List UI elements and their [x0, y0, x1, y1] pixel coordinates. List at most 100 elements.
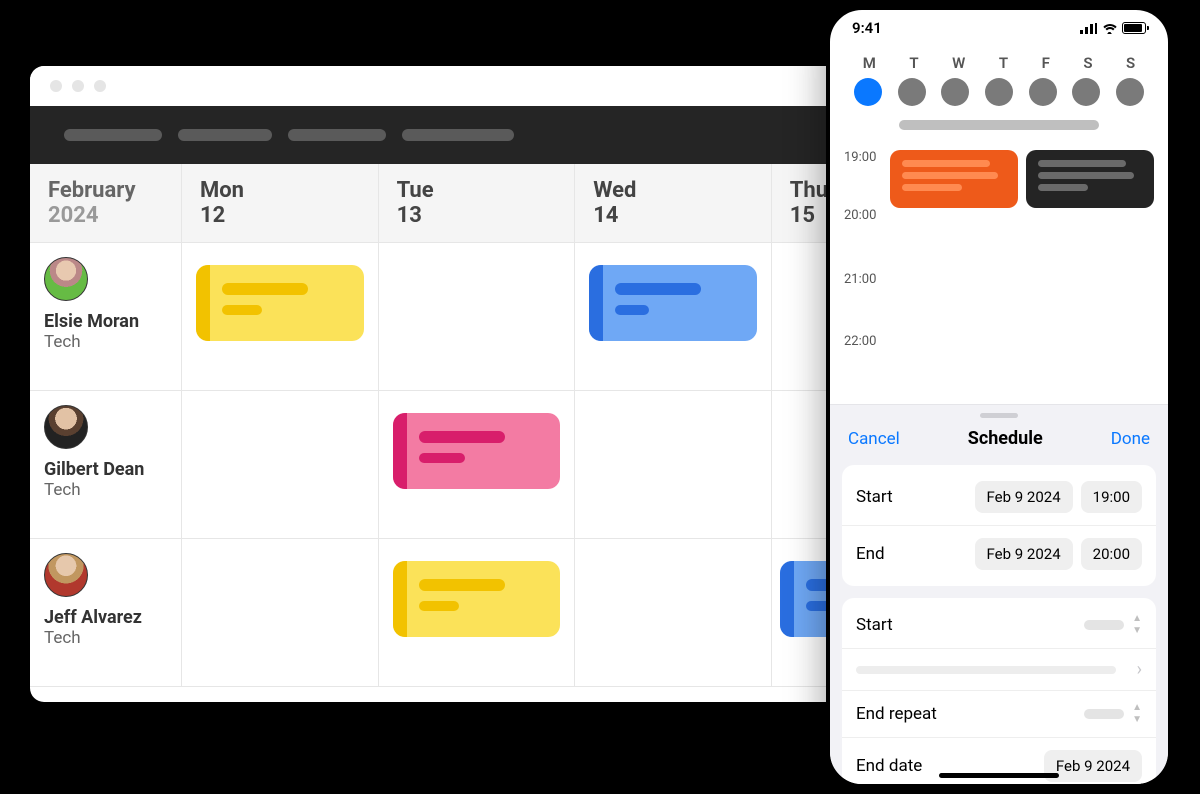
stepper-icon[interactable]: ▲▼ [1132, 614, 1142, 636]
weekday-label: T [999, 54, 1008, 72]
end-time-chip[interactable]: 20:00 [1081, 538, 1142, 570]
week-selector: M T W T F S S [830, 46, 1168, 144]
nav-item[interactable] [178, 129, 272, 141]
weekday-label: S [1083, 54, 1092, 72]
hour-label: 19:00 [844, 150, 876, 165]
timeline-event[interactable] [1026, 150, 1154, 208]
row-label: End date [856, 756, 922, 776]
end-repeat-row[interactable]: End repeat ▲▼ [842, 690, 1156, 737]
day-number: 13 [397, 203, 557, 228]
schedule-cell[interactable] [182, 391, 379, 539]
row-label: End [856, 544, 885, 564]
status-icons [1080, 22, 1146, 34]
hour-label: 20:00 [844, 208, 876, 223]
sheet-header: Cancel Schedule Done [830, 426, 1168, 461]
wifi-icon [1102, 23, 1117, 34]
start-row: Start Feb 9 2024 19:00 [842, 469, 1156, 525]
sheet-grabber[interactable] [980, 413, 1018, 418]
end-date-row[interactable]: End date Feb 9 2024 [842, 737, 1156, 788]
schedule-cell[interactable] [575, 391, 772, 539]
schedule-cell[interactable] [575, 539, 772, 687]
value-placeholder [856, 666, 1116, 674]
phone-frame: 9:41 M T W T F S S 19:00 20:00 [826, 6, 1172, 788]
schedule-cell[interactable] [182, 243, 379, 391]
person-cell[interactable]: Gilbert Dean Tech [30, 391, 182, 539]
battery-icon [1122, 22, 1146, 34]
row-label: Start [856, 615, 893, 635]
day-header[interactable]: Wed 14 [575, 164, 772, 242]
repeat-start-row[interactable]: Start ▲▼ [842, 602, 1156, 648]
day-of-week: Mon [200, 178, 360, 203]
subtitle-placeholder [899, 120, 1099, 130]
nav-item[interactable] [64, 129, 162, 141]
repeat-detail-row[interactable]: › [842, 648, 1156, 690]
window-control-zoom[interactable] [94, 80, 106, 92]
value-placeholder [1084, 620, 1124, 630]
schedule-cell[interactable] [379, 243, 576, 391]
event-block[interactable] [393, 413, 561, 489]
person-name: Elsie Moran [44, 311, 167, 332]
start-date-chip[interactable]: Feb 9 2024 [975, 481, 1073, 513]
day-of-week: Tue [397, 178, 557, 203]
person-cell[interactable]: Jeff Alvarez Tech [30, 539, 182, 687]
sheet-title: Schedule [968, 428, 1043, 449]
avatar [44, 257, 88, 301]
hour-label: 22:00 [844, 334, 876, 349]
schedule-sheet: Cancel Schedule Done Start Feb 9 2024 19… [830, 404, 1168, 784]
person-role: Tech [44, 480, 167, 500]
person-role: Tech [44, 332, 167, 352]
done-button[interactable]: Done [1111, 429, 1150, 449]
window-control-close[interactable] [50, 80, 62, 92]
day-dot[interactable] [1072, 78, 1100, 106]
day-dots [846, 78, 1152, 106]
day-timeline[interactable]: 19:00 20:00 21:00 22:00 [830, 144, 1168, 354]
person-cell[interactable]: Elsie Moran Tech [30, 243, 182, 391]
month-year-cell: February 2024 [30, 164, 182, 242]
row-label: Start [856, 487, 893, 507]
day-dot[interactable] [985, 78, 1013, 106]
nav-item[interactable] [288, 129, 386, 141]
timeline-event[interactable] [890, 150, 1018, 208]
cancel-button[interactable]: Cancel [848, 429, 900, 449]
chevron-right-icon: › [1137, 659, 1142, 680]
weekday-label: M [863, 54, 876, 72]
nav-item[interactable] [402, 129, 514, 141]
weekday-labels: M T W T F S S [846, 54, 1152, 72]
day-number: 12 [200, 203, 360, 228]
schedule-cell[interactable] [379, 539, 576, 687]
weekday-label: W [952, 54, 965, 72]
window-control-minimize[interactable] [72, 80, 84, 92]
status-time: 9:41 [852, 19, 882, 37]
value-placeholder [1084, 709, 1124, 719]
end-row: End Feb 9 2024 20:00 [842, 525, 1156, 582]
avatar [44, 553, 88, 597]
end-date-chip[interactable]: Feb 9 2024 [975, 538, 1073, 570]
day-dot[interactable] [1029, 78, 1057, 106]
person-role: Tech [44, 628, 167, 648]
person-name: Jeff Alvarez [44, 607, 167, 628]
repeat-card: Start ▲▼ › End repeat ▲▼ End date Feb 9 [842, 598, 1156, 788]
day-header[interactable]: Tue 13 [379, 164, 576, 242]
event-block[interactable] [589, 265, 757, 341]
event-block[interactable] [393, 561, 561, 637]
schedule-cell[interactable] [182, 539, 379, 687]
weekday-label: F [1042, 54, 1050, 72]
weekday-label: T [909, 54, 918, 72]
home-indicator[interactable] [939, 773, 1059, 778]
day-dot[interactable] [1116, 78, 1144, 106]
schedule-cell[interactable] [379, 391, 576, 539]
day-header[interactable]: Mon 12 [182, 164, 379, 242]
start-time-chip[interactable]: 19:00 [1081, 481, 1142, 513]
event-block[interactable] [196, 265, 364, 341]
day-dot[interactable] [898, 78, 926, 106]
day-dot[interactable] [941, 78, 969, 106]
schedule-cell[interactable] [575, 243, 772, 391]
day-of-week: Wed [593, 178, 753, 203]
end-date-value-chip[interactable]: Feb 9 2024 [1044, 750, 1142, 782]
day-number: 14 [593, 203, 753, 228]
year-label: 2024 [48, 203, 163, 228]
stepper-icon[interactable]: ▲▼ [1132, 703, 1142, 725]
status-bar: 9:41 [830, 10, 1168, 46]
month-label: February [48, 178, 163, 203]
day-dot[interactable] [854, 78, 882, 106]
